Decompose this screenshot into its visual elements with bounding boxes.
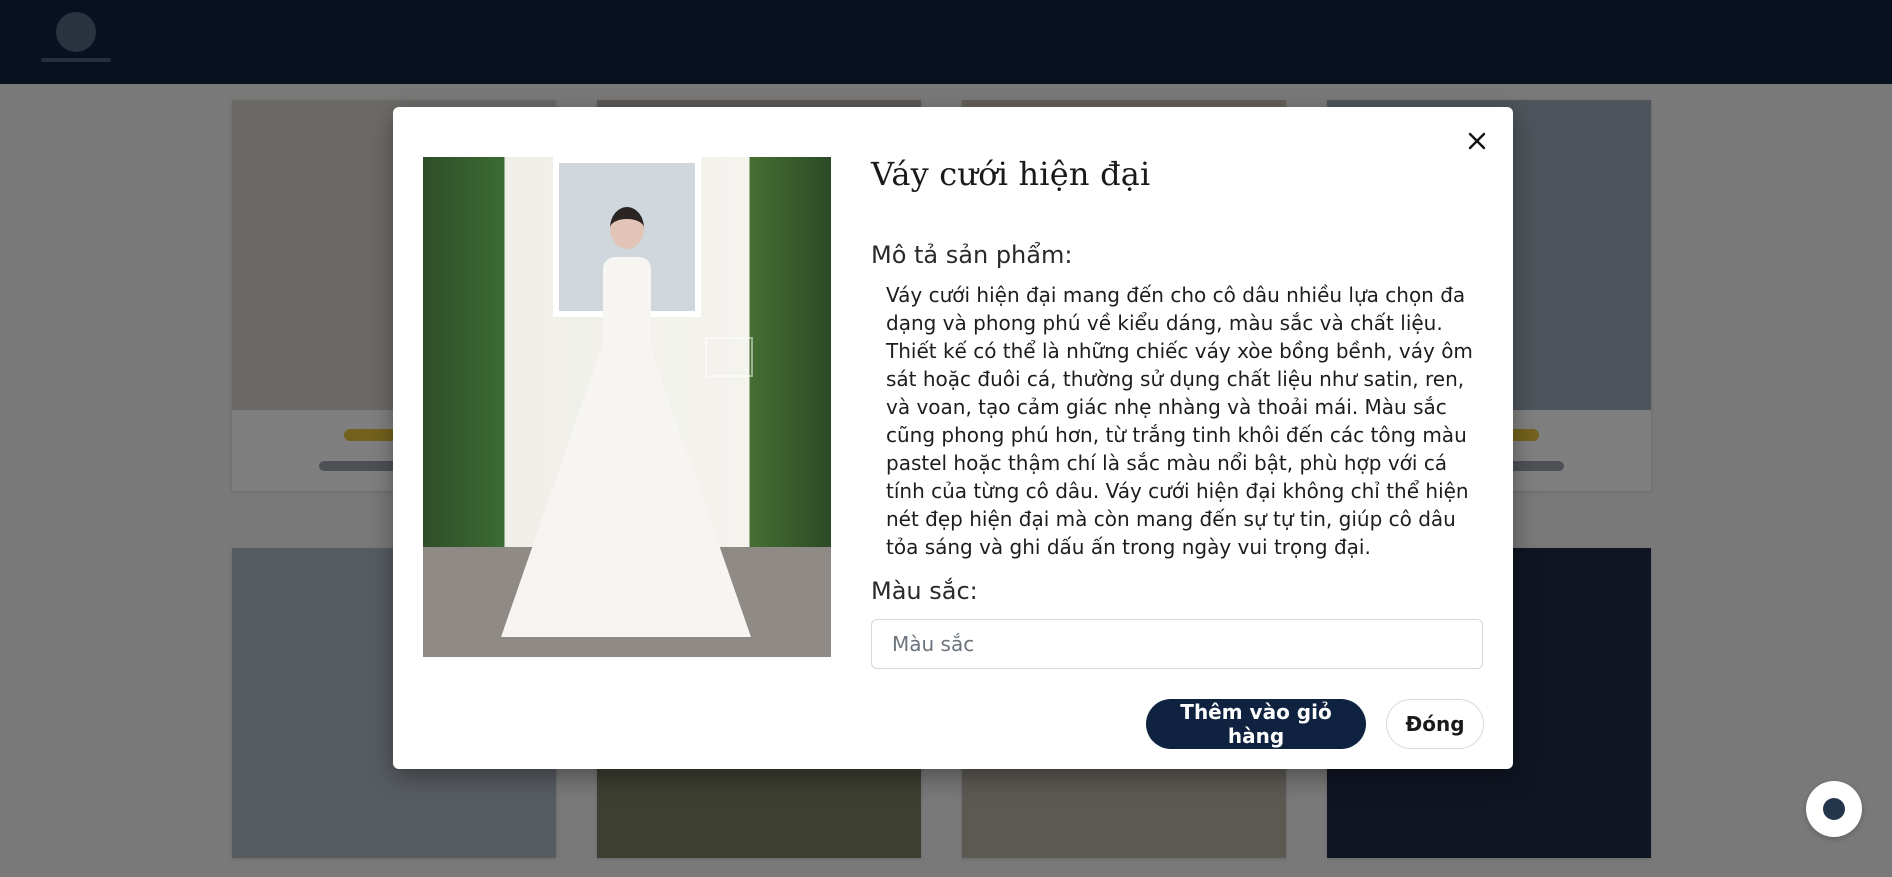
add-to-cart-button[interactable]: Thêm vào giỏ hàng [1146,699,1366,749]
product-detail-modal: Váy cưới hiện đại Mô tả sản phẩm: Váy cư… [393,107,1513,769]
photo-model-head [610,207,644,249]
product-description: Váy cưới hiện đại mang đến cho cô dâu nh… [886,283,1473,559]
description-label: Mô tả sản phẩm: [871,241,1073,269]
chat-widget-button[interactable] [1806,781,1862,837]
color-label: Màu sắc: [871,577,978,605]
photo-watermark [705,337,753,377]
photo-dress-bodice [603,257,651,367]
close-modal-button[interactable] [1461,125,1493,157]
close-button[interactable]: Đóng [1386,699,1484,749]
product-photo [423,157,831,657]
chat-icon [1823,798,1845,820]
product-title: Váy cưới hiện đại [871,155,1151,193]
close-icon [1468,132,1486,150]
color-input[interactable] [871,619,1483,669]
